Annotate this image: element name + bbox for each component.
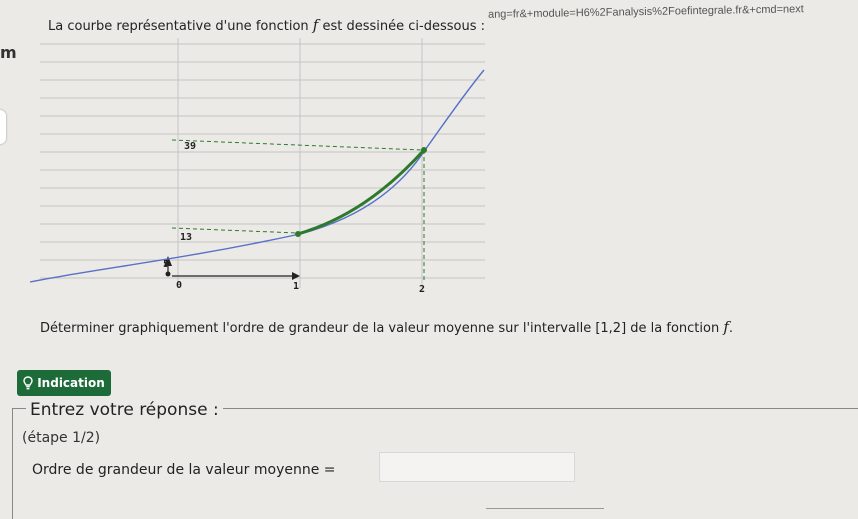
curve-point-x1 <box>295 231 301 237</box>
axis-labels: 39 13 5 0 1 2 <box>163 141 425 295</box>
hint-label: Indication <box>37 376 105 390</box>
exercise-question: Déterminer graphiquement l'ordre de gran… <box>40 318 733 336</box>
question-period: . <box>728 321 734 336</box>
question-end: de la fonction <box>630 321 720 336</box>
question-text: Déterminer graphiquement l'ordre de gran… <box>40 321 592 336</box>
y-label-39: 39 <box>184 141 196 152</box>
function-name: f <box>312 16 319 34</box>
question-interval: [1,2] <box>595 321 627 336</box>
answer-input[interactable] <box>379 452 575 482</box>
lightbulb-icon <box>23 376 33 390</box>
guide-lines <box>171 139 425 282</box>
x-label-1: 1 <box>293 281 299 292</box>
step-indicator: (étape 1/2) <box>22 430 101 446</box>
intro-end: est dessinée ci-dessous : <box>322 19 485 34</box>
grid-lines <box>40 38 485 288</box>
y-label-13: 13 <box>180 232 192 243</box>
exercise-intro: La courbe représentative d'une fonction … <box>48 16 485 34</box>
bottom-divider <box>486 508 604 509</box>
x-label-0: 0 <box>176 280 182 291</box>
answer-label: Ordre de grandeur de la valeur moyenne = <box>32 462 336 478</box>
hint-button[interactable]: Indication <box>17 370 111 396</box>
x-axis-arrowhead <box>292 272 300 280</box>
y-label-5: 5 <box>163 259 169 270</box>
guide-y39 <box>171 139 423 151</box>
answer-legend: Entrez votre réponse : <box>26 400 223 420</box>
browser-url-fragment: ang=fr&+module=H6%2Fanalysis%2Foefintegr… <box>487 3 804 21</box>
function-graph: 39 13 5 0 1 2 <box>29 38 485 295</box>
curve-point-x2 <box>421 147 427 153</box>
function-curve <box>29 69 485 283</box>
highlighted-curve-segment <box>297 148 426 236</box>
x-label-2: 2 <box>419 284 425 295</box>
intro-text: La courbe représentative d'une fonction <box>48 19 309 34</box>
curve-point-y5 <box>165 271 171 277</box>
